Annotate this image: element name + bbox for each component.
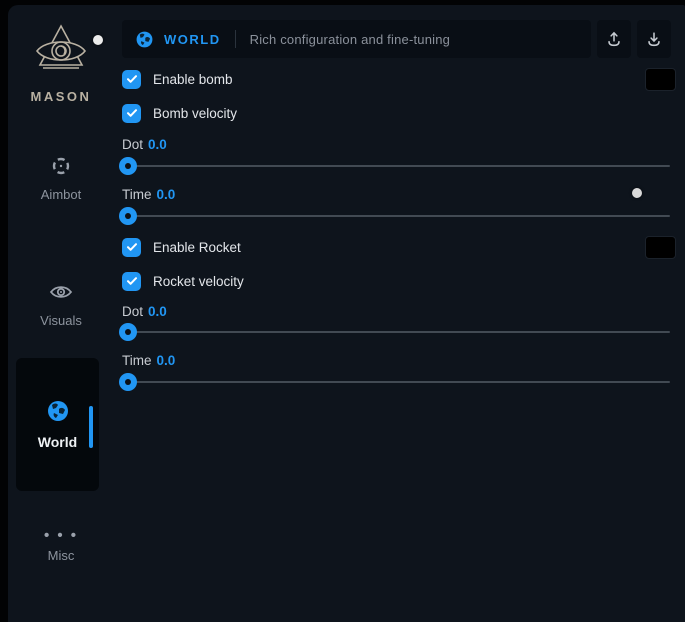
slider-thumb[interactable] <box>119 157 137 175</box>
slider-track[interactable] <box>122 381 670 383</box>
slider-label-rocket-time: Time 0.0 <box>122 353 175 369</box>
slider-thumb[interactable] <box>119 207 137 225</box>
checkbox-label: Bomb velocity <box>153 106 237 121</box>
slider-label-bomb-dot: Dot 0.0 <box>122 137 167 153</box>
brand-name: MASON <box>31 89 92 104</box>
eye-icon <box>49 281 73 308</box>
divider <box>235 30 236 48</box>
slider-name: Dot <box>122 137 143 152</box>
rocket-time-slider[interactable] <box>122 373 670 391</box>
bomb-dot-slider[interactable] <box>122 157 670 175</box>
download-icon <box>645 30 663 48</box>
upload-icon <box>605 30 623 48</box>
page-subtitle: Rich configuration and fine-tuning <box>250 32 450 47</box>
upload-config-button[interactable] <box>597 20 631 58</box>
rocket-velocity-checkbox[interactable] <box>122 272 141 291</box>
enable-bomb-checkbox[interactable] <box>122 70 141 89</box>
rocket-dot-slider[interactable] <box>122 323 670 341</box>
download-config-button[interactable] <box>637 20 671 58</box>
rocket-color-swatch[interactable] <box>645 236 676 259</box>
row-bomb-velocity: Bomb velocity <box>122 102 676 124</box>
sidebar-item-misc[interactable]: • • • Misc <box>8 529 114 563</box>
row-rocket-velocity: Rocket velocity <box>122 270 676 292</box>
page-title: WORLD <box>164 32 221 47</box>
enable-rocket-checkbox[interactable] <box>122 238 141 257</box>
app-window: MASON Aimbot Visuals <box>8 5 685 622</box>
row-enable-bomb: Enable bomb <box>122 68 676 90</box>
slider-track[interactable] <box>122 165 670 167</box>
slider-thumb[interactable] <box>119 323 137 341</box>
slider-name: Time <box>122 353 152 368</box>
cursor-dot <box>632 188 642 198</box>
sidebar-item-label: World <box>38 434 77 450</box>
slider-value: 0.0 <box>157 353 176 368</box>
bomb-color-swatch[interactable] <box>645 68 676 91</box>
slider-value: 0.0 <box>148 304 167 319</box>
slider-name: Dot <box>122 304 143 319</box>
sidebar-item-world[interactable]: World <box>16 358 99 491</box>
panel-header-bar: WORLD Rich configuration and fine-tuning <box>122 20 591 58</box>
slider-track[interactable] <box>122 331 670 333</box>
slider-track[interactable] <box>122 215 670 217</box>
checkbox-label: Enable Rocket <box>153 240 241 255</box>
checkbox-label: Enable bomb <box>153 72 233 87</box>
crosshair-icon <box>50 155 72 182</box>
sidebar-item-label: Misc <box>48 548 75 563</box>
slider-name: Time <box>122 187 152 202</box>
active-indicator <box>89 406 93 448</box>
ellipsis-icon: • • • <box>44 529 78 543</box>
sidebar-item-label: Aimbot <box>41 187 81 202</box>
sidebar-item-aimbot[interactable]: Aimbot <box>8 155 114 202</box>
globe-icon <box>46 399 70 428</box>
panel-header: WORLD Rich configuration and fine-tuning <box>122 20 671 58</box>
slider-thumb[interactable] <box>119 373 137 391</box>
slider-label-bomb-time: Time 0.0 <box>122 187 175 203</box>
sidebar-item-label: Visuals <box>40 313 82 328</box>
globe-icon <box>135 30 154 49</box>
main-panel: WORLD Rich configuration and fine-tuning <box>114 5 685 622</box>
slider-value: 0.0 <box>157 187 176 202</box>
row-enable-rocket: Enable Rocket <box>122 236 676 258</box>
bomb-time-slider[interactable] <box>122 207 670 225</box>
slider-label-rocket-dot: Dot 0.0 <box>122 304 167 320</box>
slider-value: 0.0 <box>148 137 167 152</box>
sidebar: MASON Aimbot Visuals <box>8 5 116 622</box>
checkbox-label: Rocket velocity <box>153 274 244 289</box>
cursor-dot <box>93 35 103 45</box>
masonic-eye-triangle-icon <box>32 23 90 82</box>
bomb-velocity-checkbox[interactable] <box>122 104 141 123</box>
sidebar-item-visuals[interactable]: Visuals <box>8 281 114 328</box>
